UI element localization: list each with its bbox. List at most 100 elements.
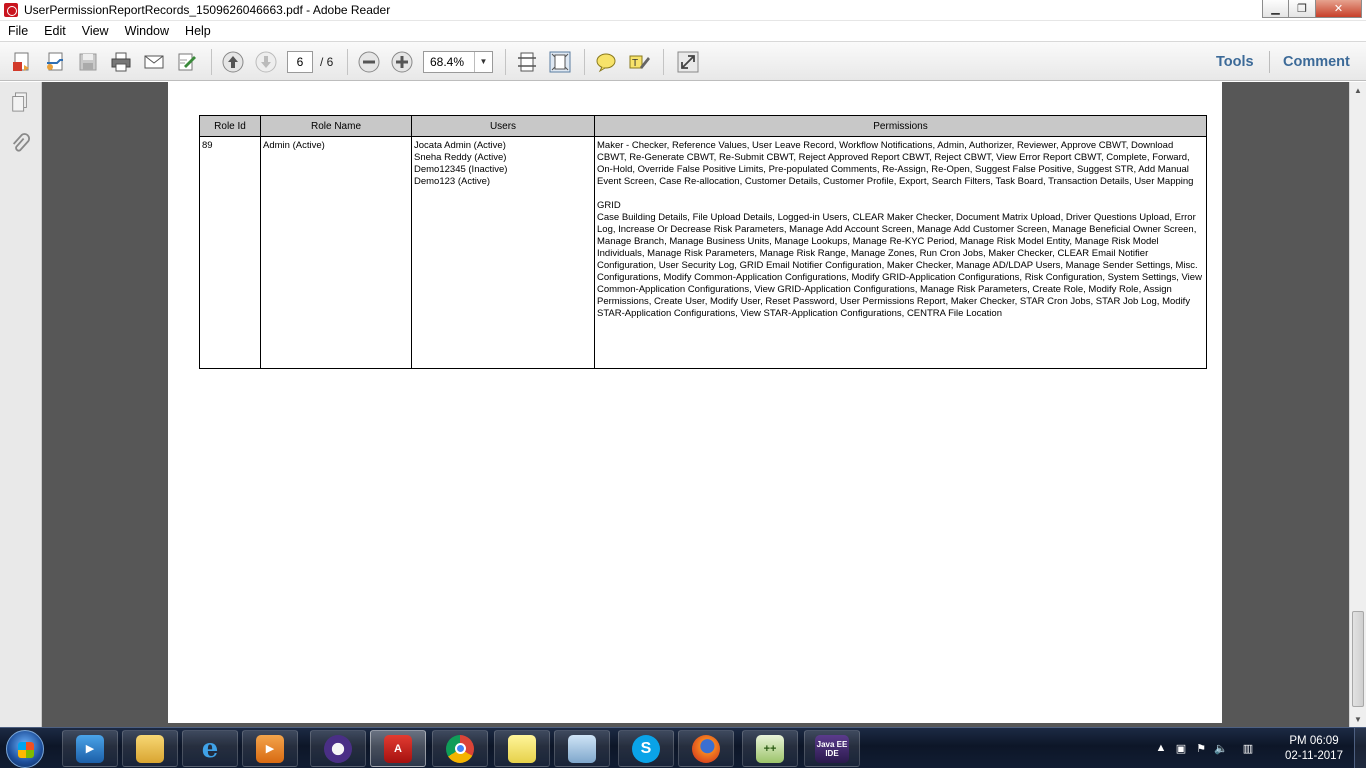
- user-entry: Demo12345 (Inactive): [414, 164, 508, 175]
- menu-view[interactable]: View: [74, 24, 117, 38]
- taskbar-snipping-tool[interactable]: [554, 730, 610, 767]
- menu-file[interactable]: File: [0, 24, 36, 38]
- page-number-input[interactable]: 6: [287, 51, 313, 73]
- firefox-icon: [692, 734, 720, 763]
- sticky-note-icon[interactable]: [594, 50, 618, 74]
- maximize-button[interactable]: ❐: [1289, 0, 1316, 18]
- taskbar-adobe-reader[interactable]: A: [370, 730, 426, 767]
- menu-help[interactable]: Help: [177, 24, 219, 38]
- scroll-up-arrow-icon[interactable]: ▲: [1350, 82, 1366, 98]
- sign-document-icon[interactable]: [175, 50, 199, 74]
- taskbar-skype[interactable]: S: [618, 730, 674, 767]
- svg-text:T: T: [632, 58, 638, 69]
- user-entry: Demo123 (Active): [414, 176, 491, 187]
- skype-icon: S: [632, 734, 660, 763]
- taskbar: ▶ e ▶ A S ++ Java EE IDE ▲ ▣ ⚑ 🔈 ▥ PM 06…: [0, 727, 1366, 768]
- internet-explorer-icon: e: [201, 733, 219, 764]
- taskbar-clock[interactable]: PM 06:09 02-11-2017: [1280, 734, 1348, 764]
- fit-page-icon[interactable]: [548, 50, 572, 74]
- taskbar-chrome[interactable]: [432, 730, 488, 767]
- zoom-in-icon[interactable]: [390, 50, 414, 74]
- highlight-text-icon[interactable]: T: [627, 50, 651, 74]
- taskbar-sticky-notes[interactable]: [494, 730, 550, 767]
- column-header-role-id: Role Id: [199, 115, 261, 137]
- pdf-page: Role Id Role Name Users Permissions 89 A…: [168, 82, 1222, 723]
- grid-heading: GRID: [597, 200, 621, 211]
- menu-window[interactable]: Window: [117, 24, 177, 38]
- role-id-cell: 89: [199, 136, 261, 369]
- scroll-down-arrow-icon[interactable]: ▼: [1350, 711, 1366, 727]
- taskbar-media-center[interactable]: ▶: [62, 730, 118, 767]
- volume-icon[interactable]: 🔈: [1214, 741, 1228, 755]
- email-icon[interactable]: [142, 50, 166, 74]
- adobe-reader-icon: [4, 3, 18, 17]
- java-ee-ide-icon: Java EE IDE: [815, 734, 849, 763]
- media-center-icon: ▶: [76, 734, 104, 763]
- show-hidden-icons-icon[interactable]: ▲: [1154, 741, 1168, 755]
- column-header-users: Users: [411, 115, 595, 137]
- attachments-icon[interactable]: [9, 132, 31, 156]
- user-entry: Sneha Reddy (Active): [414, 152, 507, 163]
- window-title: UserPermissionReportRecords_150962604666…: [24, 3, 391, 17]
- window-controls: ▁ ❐ ✕: [1262, 0, 1362, 18]
- comment-pane-button[interactable]: Comment: [1283, 54, 1350, 70]
- taskbar-internet-explorer[interactable]: e: [182, 730, 238, 767]
- device-icon[interactable]: ▣: [1174, 741, 1188, 755]
- snipping-tool-icon: [568, 734, 596, 763]
- taskbar-file-explorer[interactable]: [122, 730, 178, 767]
- full-screen-icon[interactable]: [676, 50, 700, 74]
- taskbar-media-player[interactable]: ▶: [242, 730, 298, 767]
- create-pdf-icon[interactable]: [10, 50, 34, 74]
- open-file-icon[interactable]: [43, 50, 67, 74]
- column-header-role-name: Role Name: [260, 115, 412, 137]
- taskbar-notepad-plus-plus[interactable]: ++: [742, 730, 798, 767]
- network-icon[interactable]: ▥: [1241, 741, 1255, 755]
- minimize-button[interactable]: ▁: [1262, 0, 1289, 18]
- permissions-grid-text: Case Building Details, File Upload Detai…: [597, 212, 1202, 319]
- chevron-down-icon[interactable]: ▼: [474, 52, 492, 72]
- folder-icon: [136, 734, 164, 763]
- close-button[interactable]: ✕: [1316, 0, 1362, 18]
- clock-time: PM 06:09: [1289, 735, 1339, 747]
- eclipse-icon: [324, 734, 352, 763]
- page-thumbnails-icon[interactable]: [9, 90, 31, 114]
- taskbar-firefox[interactable]: [678, 730, 734, 767]
- zoom-out-icon[interactable]: [357, 50, 381, 74]
- page-total: / 6: [320, 55, 334, 69]
- notepad-plus-plus-icon: ++: [756, 734, 784, 763]
- user-entry: Jocata Admin (Active): [414, 140, 506, 151]
- chrome-icon: [446, 734, 474, 763]
- table-row: 89 Admin (Active) Jocata Admin (Active) …: [199, 136, 1207, 369]
- save-icon[interactable]: [76, 50, 100, 74]
- column-header-permissions: Permissions: [594, 115, 1207, 137]
- tools-pane-button[interactable]: Tools: [1216, 54, 1254, 70]
- permissions-cell: Maker - Checker, Reference Values, User …: [594, 136, 1207, 369]
- action-center-flag-icon[interactable]: ⚑: [1194, 741, 1208, 755]
- fit-width-icon[interactable]: [515, 50, 539, 74]
- next-page-icon[interactable]: [254, 50, 278, 74]
- toolbar: 6 / 6 68.4% ▼ T Tools Comment: [0, 41, 1366, 81]
- title-bar: UserPermissionReportRecords_150962604666…: [0, 0, 1366, 21]
- vertical-scrollbar[interactable]: ▲ ▼: [1349, 82, 1366, 727]
- media-player-icon: ▶: [256, 734, 284, 763]
- start-button[interactable]: [6, 730, 44, 768]
- menu-edit[interactable]: Edit: [36, 24, 74, 38]
- clock-date: 02-11-2017: [1285, 750, 1343, 762]
- role-name-cell: Admin (Active): [260, 136, 412, 369]
- show-desktop-button[interactable]: [1354, 728, 1366, 768]
- adobe-reader-taskbar-icon: A: [384, 734, 412, 763]
- print-icon[interactable]: [109, 50, 133, 74]
- users-cell: Jocata Admin (Active) Sneha Reddy (Activ…: [411, 136, 595, 369]
- taskbar-java-ee-ide[interactable]: Java EE IDE: [804, 730, 860, 767]
- taskbar-eclipse[interactable]: [310, 730, 366, 767]
- menu-bar: File Edit View Window Help: [0, 21, 1366, 41]
- permissions-main-text: Maker - Checker, Reference Values, User …: [597, 140, 1194, 187]
- table-header-row: Role Id Role Name Users Permissions: [199, 115, 1207, 137]
- previous-page-icon[interactable]: [221, 50, 245, 74]
- document-viewer[interactable]: Role Id Role Name Users Permissions 89 A…: [42, 82, 1349, 727]
- zoom-level-value: 68.4%: [430, 55, 465, 69]
- permissions-report-table: Role Id Role Name Users Permissions 89 A…: [199, 115, 1207, 369]
- zoom-level-select[interactable]: 68.4% ▼: [423, 51, 493, 73]
- scrollbar-thumb[interactable]: [1352, 611, 1364, 707]
- sticky-notes-icon: [508, 734, 536, 763]
